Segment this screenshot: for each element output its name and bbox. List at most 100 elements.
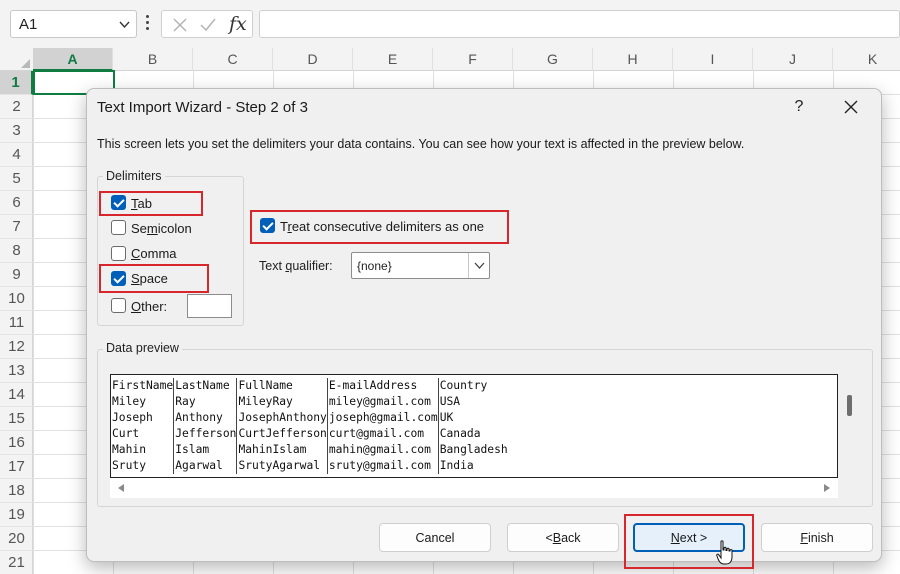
semicolon-checkbox[interactable]	[111, 220, 126, 235]
preview-cell[interactable]: miley@gmail.com	[327, 394, 439, 410]
name-box[interactable]: A1	[10, 10, 137, 38]
column-header[interactable]: H	[593, 48, 673, 71]
row-header[interactable]: 13	[0, 359, 33, 383]
preview-cell[interactable]: FirstName	[111, 378, 175, 394]
close-icon[interactable]	[844, 100, 858, 114]
preview-cell[interactable]: FullName	[236, 378, 328, 394]
preview-cell[interactable]: E-mailAddress	[327, 378, 439, 394]
row-header[interactable]: 8	[0, 239, 33, 263]
column-headers: A B C D E F G H I J K	[0, 48, 900, 71]
highlight-consecutive	[250, 210, 509, 244]
row-header[interactable]: 3	[0, 119, 33, 143]
column-header[interactable]: J	[753, 48, 833, 71]
row-header[interactable]: 7	[0, 215, 33, 239]
row-header[interactable]: 16	[0, 431, 33, 455]
preview-cell[interactable]: Country	[438, 378, 508, 394]
row-header[interactable]: 17	[0, 455, 33, 479]
text-qualifier-select[interactable]: {none}	[351, 252, 490, 279]
preview-cell[interactable]: MahinIslam	[236, 442, 328, 458]
preview-cell[interactable]: Mahin	[111, 442, 175, 458]
row-header[interactable]: 1	[0, 71, 33, 95]
preview-cell[interactable]: curt@gmail.com	[327, 426, 439, 442]
row-header[interactable]: 11	[0, 311, 33, 335]
column-header[interactable]: A	[33, 48, 113, 71]
other-label: Other:	[131, 299, 168, 314]
other-delimiter-input[interactable]	[187, 294, 232, 318]
row-header[interactable]: 9	[0, 263, 33, 287]
preview-cell[interactable]: Islam	[173, 442, 238, 458]
table-row: Miley Ray MileyRay miley@gmail.com USA	[111, 394, 508, 410]
insert-function-icon[interactable]: fx	[229, 13, 247, 35]
chevron-down-icon[interactable]	[119, 19, 130, 30]
row-header[interactable]: 15	[0, 407, 33, 431]
row-header[interactable]: 4	[0, 143, 33, 167]
comma-label: Comma	[131, 246, 177, 261]
text-qualifier-label: Text qualifier:	[259, 259, 333, 273]
data-preview-area[interactable]: FirstName LastName FullName E-mailAddres…	[110, 374, 838, 478]
preview-cell[interactable]: UK	[438, 410, 508, 426]
table-row: Joseph Anthony JosephAnthony joseph@gmai…	[111, 410, 508, 426]
back-button[interactable]: < Back	[507, 523, 619, 552]
preview-cell[interactable]: India	[438, 458, 508, 474]
preview-cell[interactable]: joseph@gmail.com	[327, 410, 439, 426]
row-header[interactable]: 5	[0, 167, 33, 191]
row-header[interactable]: 18	[0, 479, 33, 503]
help-button[interactable]: ?	[791, 98, 807, 116]
preview-cell[interactable]: MileyRay	[236, 394, 328, 410]
select-all-corner[interactable]	[0, 48, 33, 71]
column-header[interactable]: B	[113, 48, 193, 71]
preview-cell[interactable]: sruty@gmail.com	[327, 458, 439, 474]
finish-button[interactable]: Finish	[761, 523, 873, 552]
column-header[interactable]: D	[273, 48, 353, 71]
row-headers: 1 2 3 4 5 6 7 8 9 10 11 12 13 14 15 16 1…	[0, 71, 33, 574]
preview-cell[interactable]: LastName	[173, 378, 238, 394]
other-checkbox[interactable]	[111, 298, 126, 313]
preview-table: FirstName LastName FullName E-mailAddres…	[111, 378, 508, 474]
preview-cell[interactable]: Miley	[111, 394, 175, 410]
column-header[interactable]: I	[673, 48, 753, 71]
table-row: Curt Jefferson CurtJefferson curt@gmail.…	[111, 426, 508, 442]
preview-cell[interactable]: CurtJefferson	[236, 426, 328, 442]
preview-cell[interactable]: JosephAnthony	[236, 410, 328, 426]
preview-cell[interactable]: Agarwal	[173, 458, 238, 474]
formula-buttons: fx	[161, 10, 253, 38]
column-header[interactable]: C	[193, 48, 273, 71]
scroll-right-icon[interactable]	[824, 484, 830, 492]
cancel-button[interactable]: Cancel	[379, 523, 491, 552]
more-vertical-icon[interactable]	[146, 15, 150, 33]
preview-cell[interactable]: Anthony	[173, 410, 238, 426]
comma-checkbox[interactable]	[111, 246, 126, 261]
cancel-x-icon[interactable]	[172, 17, 188, 33]
preview-cell[interactable]: SrutyAgarwal	[236, 458, 328, 474]
enter-check-icon[interactable]	[199, 17, 217, 33]
row-header[interactable]: 14	[0, 383, 33, 407]
preview-cell[interactable]: Jefferson	[173, 426, 238, 442]
semicolon-label: Semicolon	[131, 221, 192, 236]
preview-cell[interactable]: Joseph	[111, 410, 175, 426]
data-preview-title: Data preview	[103, 341, 182, 355]
column-header[interactable]: K	[833, 48, 900, 71]
column-header[interactable]: G	[513, 48, 593, 71]
preview-cell[interactable]: Canada	[438, 426, 508, 442]
row-header[interactable]: 10	[0, 287, 33, 311]
row-header[interactable]: 19	[0, 503, 33, 527]
scroll-left-icon[interactable]	[118, 484, 124, 492]
column-header[interactable]: F	[433, 48, 513, 71]
preview-cell[interactable]: Curt	[111, 426, 175, 442]
preview-horizontal-scrollbar[interactable]	[110, 478, 838, 498]
row-header[interactable]: 12	[0, 335, 33, 359]
preview-cell[interactable]: Ray	[173, 394, 238, 410]
preview-cell[interactable]: Sruty	[111, 458, 175, 474]
preview-cell[interactable]: Bangladesh	[438, 442, 508, 458]
preview-cell[interactable]: mahin@gmail.com	[327, 442, 439, 458]
column-header[interactable]: E	[353, 48, 433, 71]
text-qualifier-dropdown-button[interactable]	[468, 253, 489, 278]
preview-vertical-scrollbar[interactable]	[847, 395, 852, 416]
row-header[interactable]: 21	[0, 551, 33, 574]
row-header[interactable]: 2	[0, 95, 33, 119]
row-header[interactable]: 6	[0, 191, 33, 215]
formula-input[interactable]	[259, 10, 900, 38]
chevron-down-icon	[474, 262, 485, 269]
preview-cell[interactable]: USA	[438, 394, 508, 410]
row-header[interactable]: 20	[0, 527, 33, 551]
